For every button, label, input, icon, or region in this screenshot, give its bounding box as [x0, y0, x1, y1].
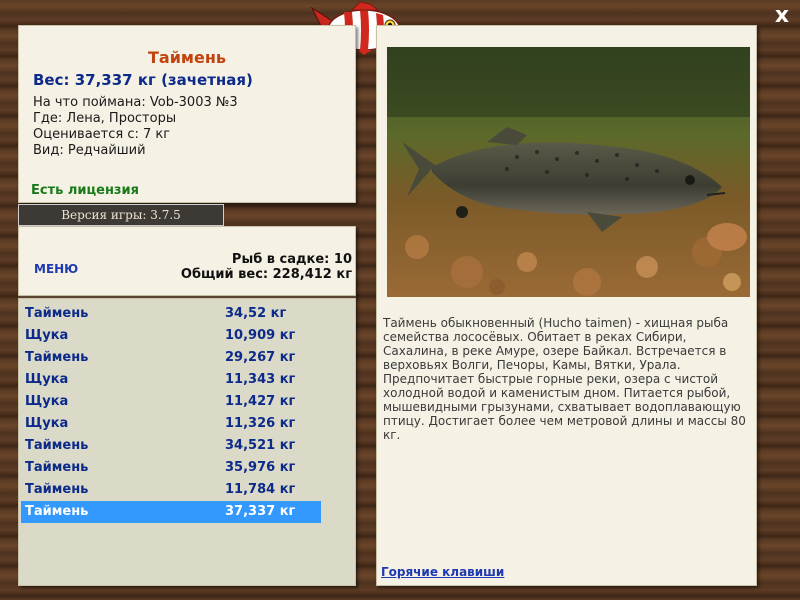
catch-fish-name: Таймень [25, 482, 89, 497]
catch-fish-weight: 34,52 кг [225, 306, 287, 321]
fish-info-panel: Таймень Вес: 37,337 кг (зачетная) На что… [18, 25, 356, 203]
catch-fish-name: Щука [25, 416, 69, 431]
catch-fish-name: Таймень [25, 306, 89, 321]
catch-fish-weight: 11,784 кг [225, 482, 296, 497]
catch-fish-weight: 11,326 кг [225, 416, 296, 431]
close-icon: x [774, 3, 790, 28]
fish-count: Рыб в садке: 10 [231, 252, 352, 267]
menu-button[interactable]: МЕНЮ [34, 262, 78, 276]
catch-fish-name: Таймень [25, 438, 89, 453]
fish-title: Таймень [147, 48, 227, 67]
close-button[interactable]: x [770, 4, 794, 28]
catch-list-row[interactable]: Щука 11,326 кг [21, 413, 321, 435]
catch-list-row[interactable]: Таймень 37,337 кг [21, 501, 321, 523]
catch-list-row[interactable]: Щука 11,427 кг [21, 391, 321, 413]
catch-fish-weight: 37,337 кг [225, 504, 296, 519]
catch-list-row[interactable]: Щука 11,343 кг [21, 369, 321, 391]
catch-fish-name: Таймень [25, 460, 89, 475]
species-info: Вид: Редчайший [33, 143, 146, 158]
catch-list-row[interactable]: Таймень 29,267 кг [21, 347, 321, 369]
stats-panel: МЕНЮ Рыб в садке: 10 Общий вес: 228,412 … [18, 226, 356, 296]
catch-fish-name: Щука [25, 328, 69, 343]
fish-photo [387, 47, 750, 297]
catch-list: Таймень 34,52 кг Щука 10,909 кг Таймень 29,26… [21, 303, 321, 523]
license-status: Есть лицензия [31, 183, 139, 198]
catch-fish-name: Щука [25, 372, 69, 387]
fish-detail-panel: Таймень обыкновенный (Hucho taimen) - хи… [376, 25, 757, 586]
catch-fish-weight: 11,427 кг [225, 394, 296, 409]
catch-fish-name: Щука [25, 394, 69, 409]
hotkeys-link[interactable]: Горячие клавиши [381, 565, 504, 579]
catch-fish-weight: 34,521 кг [225, 438, 296, 453]
catch-list-row[interactable]: Таймень 34,521 кг [21, 435, 321, 457]
catch-list-panel: Таймень 34,52 кг Щука 10,909 кг Таймень 29,26… [18, 296, 356, 586]
bait-info: На что поймана: Vob-3003 №3 [33, 95, 238, 110]
catch-fish-weight: 35,976 кг [225, 460, 296, 475]
fish-weight: Вес: 37,337 кг (зачетная) [33, 71, 253, 89]
version-label: Версия игры: 3.7.5 [18, 204, 224, 226]
location-info: Где: Лена, Просторы [33, 111, 177, 126]
catch-list-row[interactable]: Таймень 11,784 кг [21, 479, 321, 501]
catch-fish-name: Таймень [25, 504, 89, 519]
keepnet-stats: Рыб в садке: 10 Общий вес: 228,412 кг [181, 252, 352, 282]
total-weight: Общий вес: 228,412 кг [180, 267, 352, 282]
catch-fish-name: Таймень [25, 350, 89, 365]
valuation-info: Оценивается с: 7 кг [33, 127, 171, 142]
catch-list-row[interactable]: Таймень 34,52 кг [21, 303, 321, 325]
catch-fish-weight: 29,267 кг [225, 350, 296, 365]
catch-list-row[interactable]: Щука 10,909 кг [21, 325, 321, 347]
fish-description: Таймень обыкновенный (Hucho taimen) - хи… [383, 316, 746, 442]
catch-list-row[interactable]: Таймень 35,976 кг [21, 457, 321, 479]
catch-fish-weight: 10,909 кг [225, 328, 296, 343]
catch-fish-weight: 11,343 кг [225, 372, 296, 387]
